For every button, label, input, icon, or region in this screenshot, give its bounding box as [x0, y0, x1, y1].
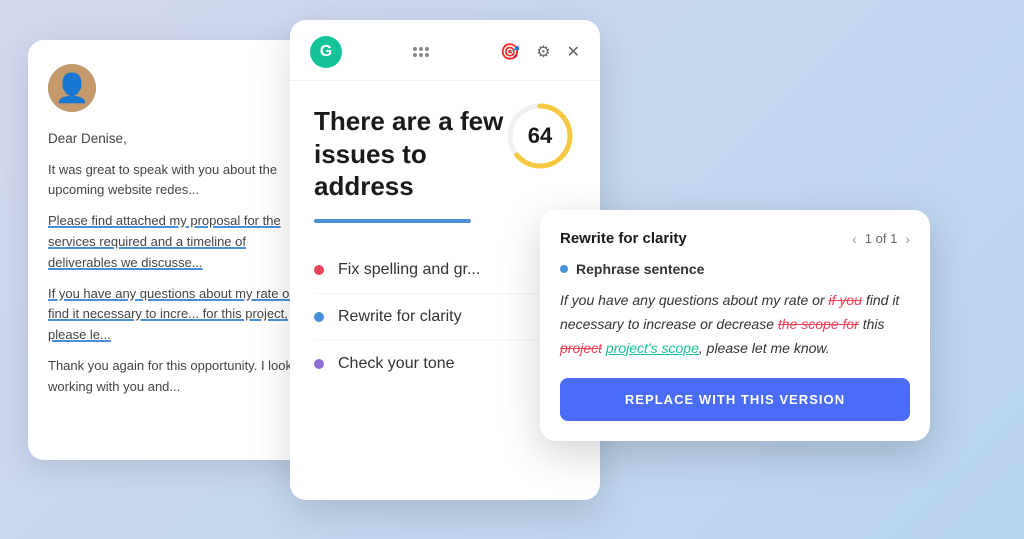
issue-label-clarity: Rewrite for clarity — [338, 308, 462, 326]
text-strikethrough-1: if you — [829, 292, 862, 308]
text-strikethrough-3: project — [560, 340, 602, 356]
settings-icon[interactable]: ⚙ — [536, 42, 550, 62]
issue-item-spelling[interactable]: Fix spelling and gr... — [314, 247, 576, 294]
text-strikethrough-2: the scope for — [778, 316, 859, 332]
replace-button[interactable]: REPLACE WITH THIS VERSION — [560, 378, 910, 421]
issue-label-spelling: Fix spelling and gr... — [338, 261, 480, 279]
text-green: project's scope — [606, 340, 699, 356]
issue-item-clarity[interactable]: Rewrite for clarity — [314, 294, 576, 341]
issue-list: Fix spelling and gr... Rewrite for clari… — [314, 247, 576, 387]
email-greeting: Dear Denise, — [48, 128, 308, 150]
issue-dot-blue — [314, 312, 324, 322]
dots-icon[interactable] — [413, 47, 429, 57]
rephrase-label: Rephrase sentence — [576, 261, 704, 277]
rewrite-text: If you have any questions about my rate … — [560, 289, 910, 360]
email-card: Dear Denise, It was great to speak with … — [28, 40, 328, 460]
rewrite-sub: Rephrase sentence — [560, 261, 910, 277]
panel-title: There are a few issues to address — [314, 105, 514, 203]
nav-count: 1 of 1 — [865, 231, 898, 246]
email-paragraph-2: Please find attached my proposal for the… — [48, 211, 308, 273]
text-after: , please let me know. — [699, 340, 830, 356]
issue-label-tone: Check your tone — [338, 355, 455, 373]
rewrite-title: Rewrite for clarity — [560, 230, 687, 247]
issue-dot-red — [314, 265, 324, 275]
close-icon[interactable]: ✕ — [567, 42, 580, 62]
rewrite-nav: ‹ 1 of 1 › — [852, 231, 910, 247]
text-middle-2: this — [859, 316, 885, 332]
rephrase-dot — [560, 265, 568, 273]
email-paragraph-4: Thank you again for this opportunity. I … — [48, 356, 308, 398]
issue-dot-purple — [314, 359, 324, 369]
grammarly-logo: G — [310, 36, 342, 68]
next-arrow-icon[interactable]: › — [905, 231, 910, 247]
issue-item-tone[interactable]: Check your tone — [314, 341, 576, 387]
panel-header: G 🎯 ⚙ ✕ — [290, 20, 600, 81]
rewrite-header: Rewrite for clarity ‹ 1 of 1 › — [560, 230, 910, 247]
rewrite-card: Rewrite for clarity ‹ 1 of 1 › Rephrase … — [540, 210, 930, 441]
score-number: 64 — [528, 123, 552, 149]
avatar — [48, 64, 96, 112]
email-paragraph-3: If you have any questions about my rate … — [48, 284, 308, 346]
score-circle: 64 — [504, 100, 576, 172]
email-paragraph-1: It was great to speak with you about the… — [48, 160, 308, 202]
text-before: If you have any questions about my rate … — [560, 292, 829, 308]
panel-icons: 🎯 ⚙ ✕ — [500, 42, 580, 62]
target-icon[interactable]: 🎯 — [500, 42, 520, 62]
progress-bar — [314, 219, 471, 223]
prev-arrow-icon[interactable]: ‹ — [852, 231, 857, 247]
